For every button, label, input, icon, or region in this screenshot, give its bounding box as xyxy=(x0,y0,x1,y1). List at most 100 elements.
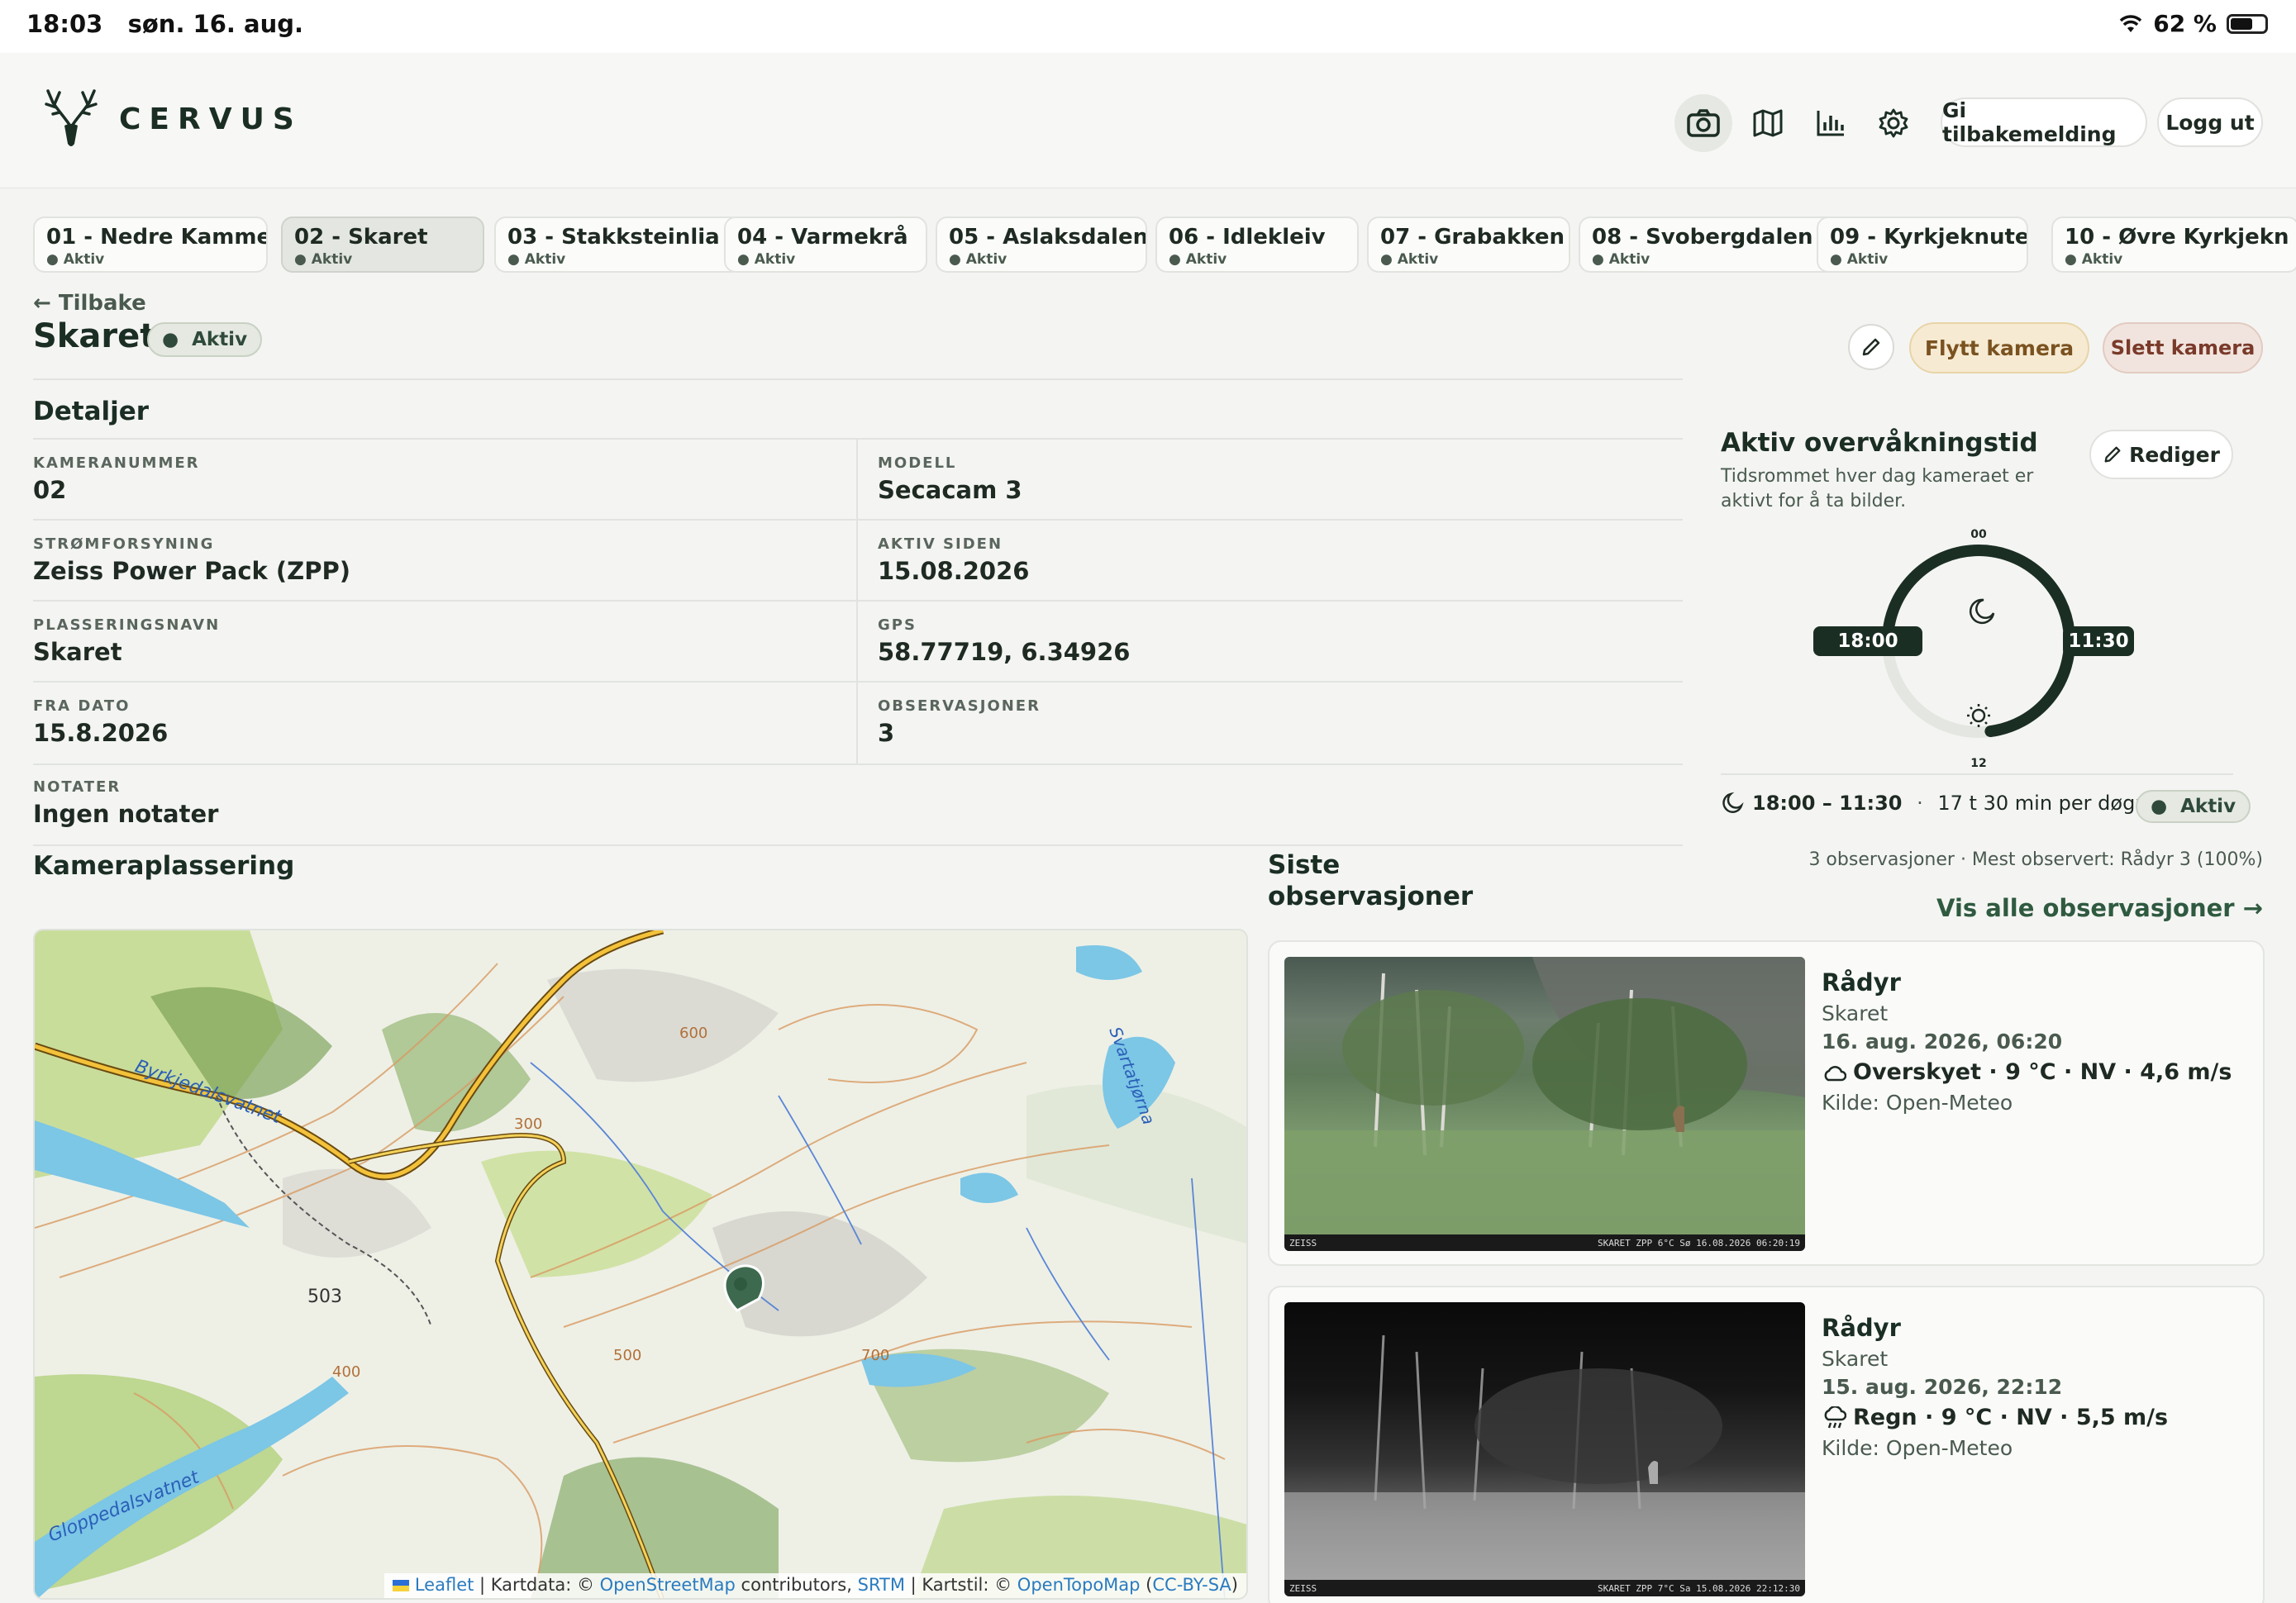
contour-label: 400 xyxy=(332,1363,360,1381)
opentopomap-link[interactable]: OpenTopoMap xyxy=(1017,1575,1141,1595)
camera-tab[interactable]: 04 - Varmekrå ● Aktiv xyxy=(724,216,927,273)
notes-label: NOTATER xyxy=(33,778,121,796)
observation-card[interactable]: ZEISS SKARET ZPP 6°C Sø 16.08.2026 06:20:… xyxy=(1268,940,2265,1266)
edit-camera-button[interactable] xyxy=(1848,324,1894,370)
divider xyxy=(33,763,1683,765)
status-date: søn. 16. aug. xyxy=(127,10,304,38)
attribution-text: contributors, xyxy=(735,1575,858,1595)
observation-source: Kilde: Open-Meteo xyxy=(1822,1091,2013,1115)
contour-label: 700 xyxy=(861,1347,889,1364)
monitoring-subtitle: Tidsrommet hver dag kameraet er aktivt f… xyxy=(1721,466,2034,511)
from-date-value: 15.8.2026 xyxy=(33,719,169,747)
camera-tab[interactable]: 07 - Grabakken ● Aktiv xyxy=(1367,216,1570,273)
bar-chart-icon xyxy=(1817,111,1844,136)
map-attribution: Leaflet | Kartdata: © OpenStreetMap cont… xyxy=(384,1573,1246,1598)
attribution-text: ( xyxy=(1140,1575,1153,1595)
back-link[interactable]: ← Tilbake xyxy=(33,291,146,316)
camera-tab[interactable]: 06 - Idlekleiv ● Aktiv xyxy=(1155,216,1359,273)
nav-settings-button[interactable] xyxy=(1865,94,1922,152)
trail-camera-photo[interactable]: ZEISS SKARET ZPP 7°C Sa 15.08.2026 22:12:… xyxy=(1284,1302,1805,1596)
observations-heading: Siste observasjoner xyxy=(1268,850,1474,911)
observations-count-label: OBSERVASJONER xyxy=(878,697,1041,715)
camera-icon xyxy=(1687,109,1720,137)
camera-tab[interactable]: 08 - Svobergdalen ● Aktiv xyxy=(1579,216,1850,273)
ukraine-flag-icon xyxy=(393,1580,410,1591)
details-heading: Detaljer xyxy=(33,397,150,426)
observation-datetime: 15. aug. 2026, 22:12 xyxy=(1822,1375,2063,1399)
attribution-text: ) xyxy=(1231,1575,1238,1595)
divider xyxy=(33,519,1683,521)
camera-number-label: KAMERANUMMER xyxy=(33,454,200,472)
camera-location-map[interactable]: Byrkjedalsvatnet Gloppedalsvatnet Svarta… xyxy=(33,929,1248,1600)
edit-monitoring-button[interactable]: Rediger xyxy=(2089,430,2233,479)
nav-stats-button[interactable] xyxy=(1802,94,1860,152)
model-value: Secacam 3 xyxy=(878,476,1022,504)
model-label: MODELL xyxy=(878,454,957,472)
camera-tab[interactable]: 03 - Stakksteinlia ● Aktiv xyxy=(494,216,742,273)
camera-number-value: 02 xyxy=(33,476,67,504)
observation-card[interactable]: ZEISS SKARET ZPP 7°C Sa 15.08.2026 22:12:… xyxy=(1268,1286,2265,1603)
logout-button[interactable]: Logg ut xyxy=(2157,98,2263,147)
pencil-icon xyxy=(2104,446,2121,463)
gps-label: GPS xyxy=(878,616,917,634)
divider xyxy=(33,681,1683,683)
deer-antler-logo-icon xyxy=(45,89,98,146)
observation-location: Skaret xyxy=(1822,1347,1889,1371)
power-value: Zeiss Power Pack (ZPP) xyxy=(33,557,350,585)
divider xyxy=(1721,773,2233,775)
location-label: PLASSERINGSNAVN xyxy=(33,616,221,634)
from-date-label: FRA DATO xyxy=(33,697,131,715)
monitoring-range: 18:00 – 11:30 xyxy=(1752,792,1903,815)
license-link[interactable]: CC-BY-SA xyxy=(1152,1575,1231,1595)
rain-cloud-icon xyxy=(1824,1406,1846,1428)
view-all-observations-link[interactable]: Vis alle observasjoner → xyxy=(1936,894,2263,922)
observation-species: Rådyr xyxy=(1822,1314,1901,1342)
monitoring-clock: 00 12 18:00 11:30 xyxy=(1813,526,2144,773)
details-column-divider xyxy=(856,440,858,763)
status-time: 18:03 søn. 16. aug. xyxy=(26,10,304,38)
cloud-icon xyxy=(1824,1065,1846,1081)
observation-species: Rådyr xyxy=(1822,968,1901,997)
contour-label: 300 xyxy=(514,1115,542,1133)
divider xyxy=(33,844,1683,846)
divider xyxy=(33,378,1683,380)
moon-icon xyxy=(1969,598,1995,625)
contour-label: 500 xyxy=(613,1347,641,1364)
active-since-label: AKTIV SIDEN xyxy=(878,535,1003,553)
feedback-button[interactable]: Gi tilbakemelding xyxy=(1941,98,2147,147)
photo-timestamp: ZEISS SKARET ZPP 6°C Sø 16.08.2026 06:20:… xyxy=(1284,1234,1805,1251)
logo[interactable]: CERVUS xyxy=(41,86,302,152)
gps-value: 58.77719, 6.34926 xyxy=(878,638,1131,666)
srtm-link[interactable]: SRTM xyxy=(858,1575,905,1595)
monitoring-summary: 18:00 – 11:30 · 17 t 30 min per døgn xyxy=(1721,792,2148,815)
battery-percent: 62 % xyxy=(2153,10,2217,37)
moon-icon xyxy=(1722,792,1744,813)
active-since-value: 15.08.2026 xyxy=(878,557,1030,585)
start-time-label: 18:00 xyxy=(1813,626,1922,656)
move-camera-button[interactable]: Flytt kamera xyxy=(1909,322,2089,373)
observation-datetime: 16. aug. 2026, 06:20 xyxy=(1822,1030,2063,1054)
photo-timestamp: ZEISS SKARET ZPP 7°C Sa 15.08.2026 22:12:… xyxy=(1284,1580,1805,1596)
observations-count-value: 3 xyxy=(878,719,895,747)
observation-weather: Regn · 9 °C · NV · 5,5 m/s xyxy=(1822,1405,2168,1430)
osm-link[interactable]: OpenStreetMap xyxy=(600,1575,736,1595)
contour-label: 600 xyxy=(679,1025,707,1042)
monitoring-per-day: 17 t 30 min per døgn xyxy=(1937,792,2148,815)
monitoring-status-badge: ● Aktiv xyxy=(2136,790,2251,823)
photo-content xyxy=(1284,1334,1805,1580)
clock-tick-top: 00 xyxy=(1970,528,1987,541)
camera-tab[interactable]: 05 - Aslaksdalen ● Aktiv xyxy=(936,216,1147,273)
camera-tab[interactable]: 10 - Øvre Kyrkjekn ● Aktiv xyxy=(2051,216,2296,273)
camera-tab[interactable]: 01 - Nedre Kammen ● Aktiv xyxy=(33,216,268,273)
nav-camera-button[interactable] xyxy=(1674,94,1732,152)
attribution-text: | Kartdata: © xyxy=(474,1575,600,1595)
status-bar: 18:03 søn. 16. aug. 62 % xyxy=(0,0,2296,53)
observation-source: Kilde: Open-Meteo xyxy=(1822,1436,2013,1460)
trail-camera-photo[interactable]: ZEISS SKARET ZPP 6°C Sø 16.08.2026 06:20:… xyxy=(1284,957,1805,1251)
delete-camera-button[interactable]: Slett kamera xyxy=(2103,322,2263,373)
leaflet-link[interactable]: Leaflet xyxy=(415,1575,474,1595)
camera-tab[interactable]: 09 - Kyrkjeknuten ● Aktiv xyxy=(1817,216,2028,273)
nav-map-button[interactable] xyxy=(1739,94,1797,152)
camera-tab-selected[interactable]: 02 - Skaret ● Aktiv xyxy=(281,216,484,273)
logo-text: CERVUS xyxy=(119,102,302,136)
